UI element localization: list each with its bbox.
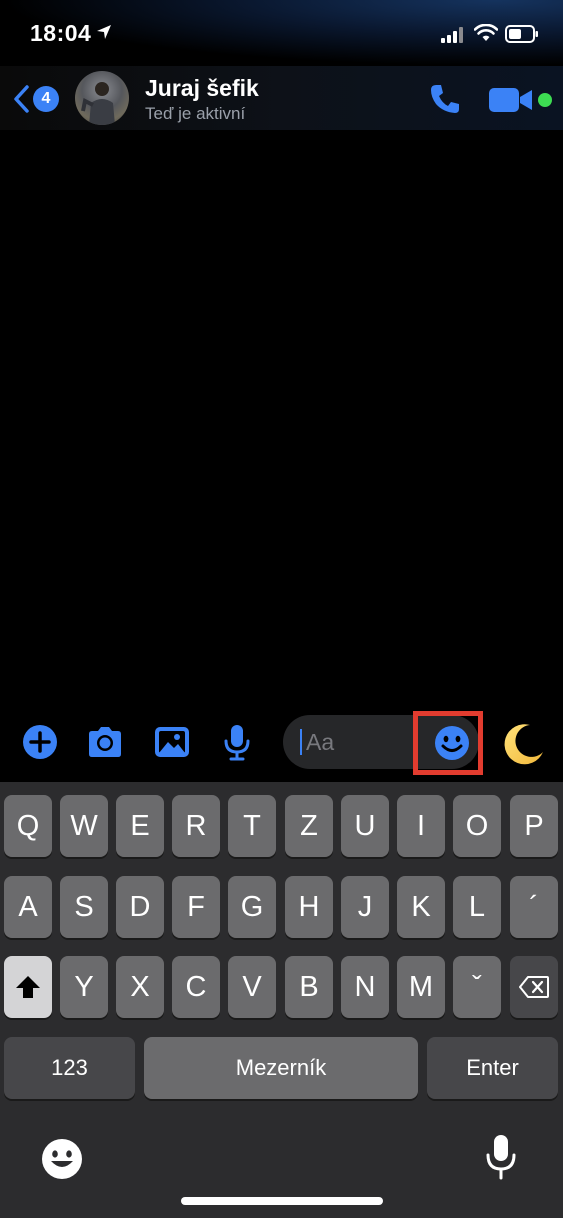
key-d[interactable]: D (116, 876, 164, 938)
key-v[interactable]: V (228, 956, 276, 1018)
key-t[interactable]: T (228, 795, 276, 857)
key-r[interactable]: R (172, 795, 220, 857)
keyboard-emoji-icon[interactable] (40, 1137, 84, 1181)
text-caret (300, 729, 302, 755)
status-bar: 18:04 (0, 0, 563, 66)
plus-circle-icon[interactable] (20, 722, 60, 762)
key-p[interactable]: P (510, 795, 558, 857)
key-b[interactable]: B (285, 956, 333, 1018)
status-time: 18:04 (30, 20, 92, 46)
avatar[interactable] (75, 71, 129, 125)
message-input-placeholder: Aa (306, 729, 335, 755)
unread-count-badge[interactable]: 4 (33, 86, 59, 112)
home-indicator[interactable] (181, 1197, 383, 1205)
back-chevron-icon[interactable] (12, 84, 30, 114)
backspace-key[interactable] (510, 956, 558, 1018)
key-o[interactable]: O (453, 795, 501, 857)
camera-icon[interactable] (85, 722, 125, 762)
online-indicator (538, 93, 552, 107)
key-h[interactable]: H (285, 876, 333, 938)
phone-call-icon[interactable] (428, 82, 462, 116)
backspace-icon (519, 976, 549, 998)
space-key[interactable]: Mezerník (144, 1037, 418, 1099)
key-x[interactable]: X (116, 956, 164, 1018)
key-y[interactable]: Y (60, 956, 108, 1018)
key-k[interactable]: K (397, 876, 445, 938)
key-q[interactable]: Q (4, 795, 52, 857)
microphone-icon[interactable] (217, 722, 257, 762)
person-silhouette-icon (81, 82, 115, 125)
key-f[interactable]: F (172, 876, 220, 938)
key-w[interactable]: W (60, 795, 108, 857)
key-acute-accent[interactable]: ´ (510, 876, 558, 938)
wifi-icon (474, 24, 498, 41)
key-u[interactable]: U (341, 795, 389, 857)
video-call-icon[interactable] (489, 87, 533, 113)
key-a[interactable]: A (4, 876, 52, 938)
key-i[interactable]: I (397, 795, 445, 857)
key-e[interactable]: E (116, 795, 164, 857)
key-s[interactable]: S (60, 876, 108, 938)
enter-key[interactable]: Enter (427, 1037, 558, 1099)
shift-key[interactable] (4, 956, 52, 1018)
shift-arrow-icon (16, 976, 40, 998)
highlight-box (413, 711, 483, 775)
key-n[interactable]: N (341, 956, 389, 1018)
conversation-header: 4 Juraj šefik Teď je aktivní (0, 66, 563, 130)
key-l[interactable]: L (453, 876, 501, 938)
numbers-key[interactable]: 123 (4, 1037, 135, 1099)
contact-name[interactable]: Juraj šefik (145, 75, 259, 102)
location-arrow-icon (97, 25, 111, 39)
key-z[interactable]: Z (285, 795, 333, 857)
activity-status: Teď je aktivní (145, 104, 246, 123)
photo-gallery-icon[interactable] (152, 722, 192, 762)
crescent-moon-icon[interactable] (500, 722, 546, 768)
cellular-signal-icon (441, 27, 463, 43)
key-caron[interactable]: ˇ (453, 956, 501, 1018)
dictation-microphone-icon[interactable] (483, 1133, 519, 1181)
key-g[interactable]: G (228, 876, 276, 938)
battery-icon (505, 25, 538, 43)
key-j[interactable]: J (341, 876, 389, 938)
key-m[interactable]: M (397, 956, 445, 1018)
key-c[interactable]: C (172, 956, 220, 1018)
